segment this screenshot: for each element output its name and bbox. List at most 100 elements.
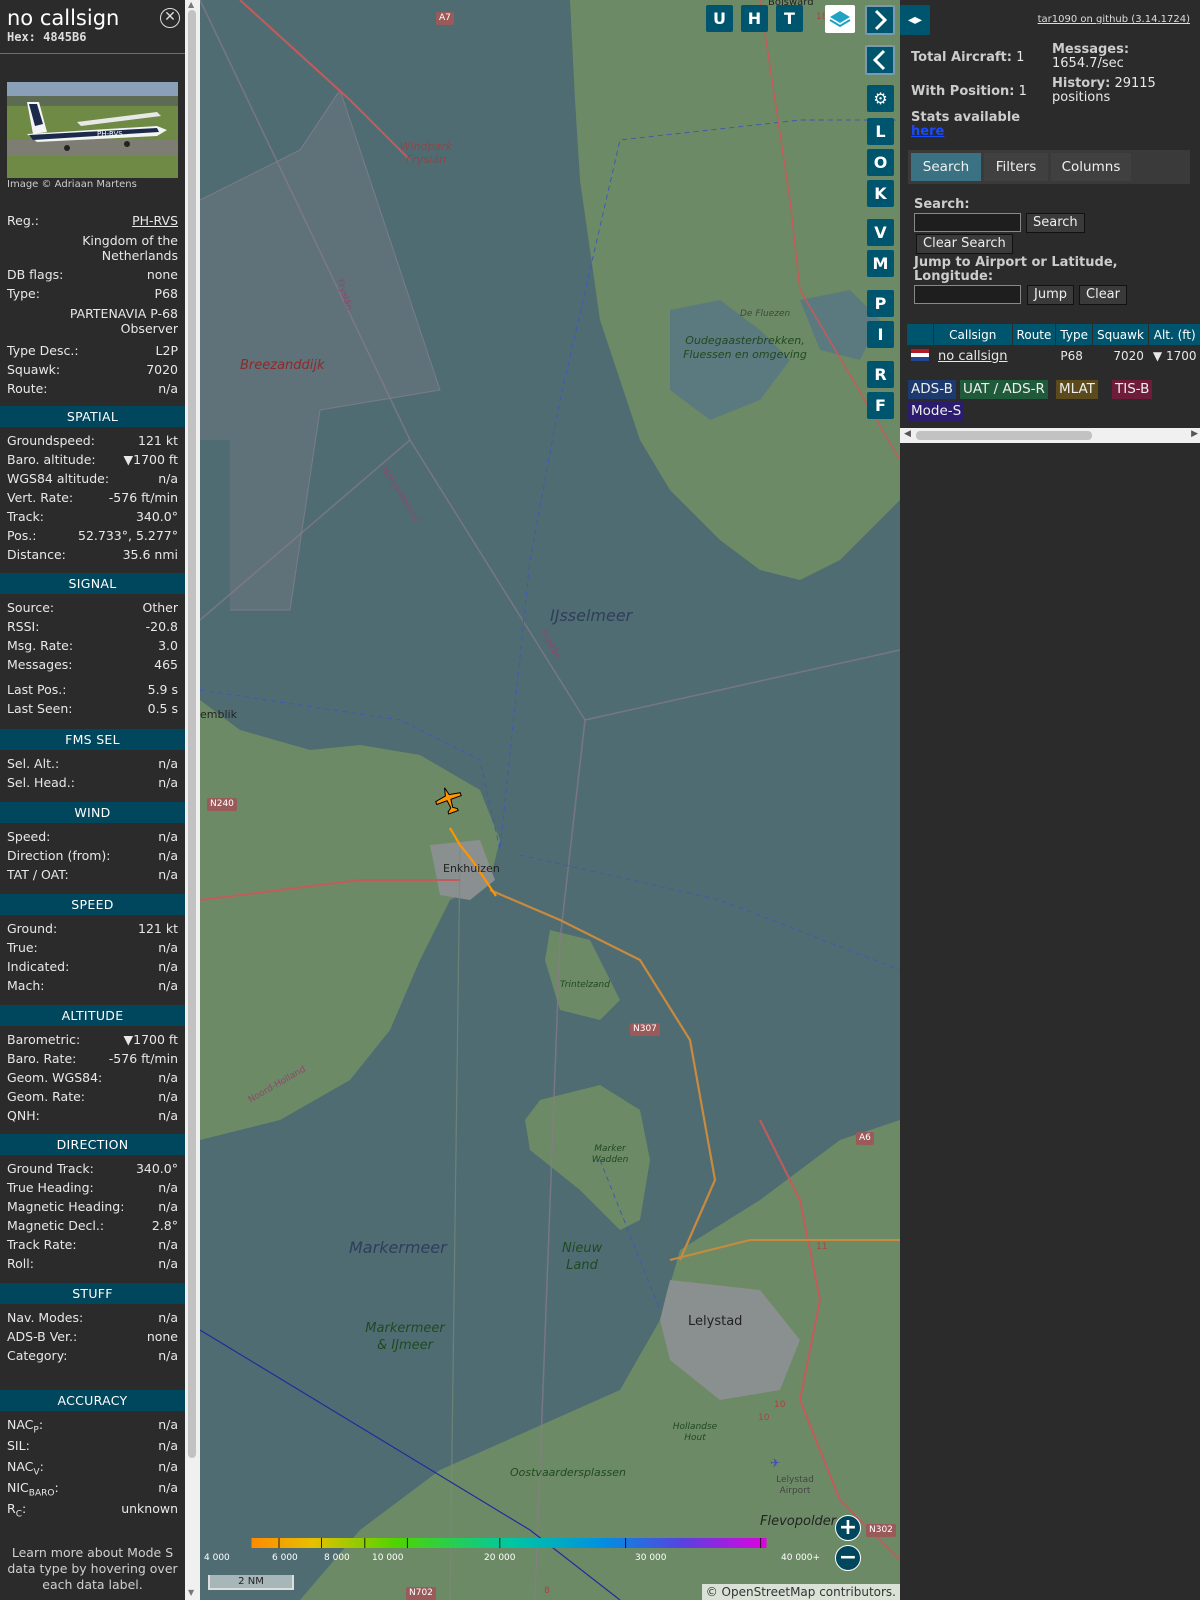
accuracy-label[interactable]: NACV: [7,1459,44,1481]
accuracy-label[interactable]: NICBARO: [7,1480,59,1502]
spatial-label[interactable]: Vert. Rate: [7,490,73,506]
stuff-label[interactable]: ADS-B Ver.: [7,1329,77,1345]
altitude-label[interactable]: QNH: [7,1108,40,1124]
col-route[interactable]: Route [1012,324,1056,345]
speed-label[interactable]: Ground: [7,921,57,937]
direction-label[interactable]: Roll: [7,1256,34,1272]
speed-label[interactable]: True: [7,940,38,956]
direction-label[interactable]: Magnetic Heading: [7,1199,124,1215]
clear-jump-button[interactable]: Clear [1079,285,1127,305]
aircraft-marker[interactable] [434,785,464,815]
table-scrollbar-thumb[interactable] [916,431,1092,440]
close-icon[interactable]: ✕ [160,8,180,28]
chevron-left-icon[interactable] [865,45,895,75]
direction-label[interactable]: Magnetic Decl.: [7,1218,104,1234]
col-flag[interactable] [907,324,933,345]
spatial-label[interactable]: WGS84 altitude: [7,471,109,487]
clear-search-button[interactable]: Clear Search [916,234,1013,254]
speed-label[interactable]: Mach: [7,978,44,994]
col-altitude[interactable]: Alt. (ft) [1148,324,1200,345]
source-badge[interactable]: ADS-B [908,380,956,399]
altitude-label[interactable]: Baro. Rate: [7,1051,76,1067]
altitude-label[interactable]: Geom. Rate: [7,1089,85,1105]
signal-label[interactable]: Last Pos.: [7,682,66,698]
toggle-h-button[interactable]: H [741,5,768,32]
chevron-right-icon[interactable] [865,5,895,35]
github-link[interactable]: tar1090 on github (3.14.1724) [1038,14,1190,25]
accuracy-label[interactable]: NACP: [7,1417,43,1439]
toggle-t-button[interactable]: T [776,5,803,32]
accuracy-label[interactable]: RC: [7,1501,26,1523]
speed-label[interactable]: Indicated: [7,959,69,975]
row-callsign[interactable]: no callsign [934,346,1012,366]
scroll-up-icon[interactable]: ▲ [188,0,194,9]
signal-label[interactable]: Source: [7,600,54,616]
layers-icon[interactable] [825,5,855,33]
tab-columns[interactable]: Columns [1051,153,1131,181]
toggle-i-button[interactable]: I [867,321,894,348]
scroll-left-icon[interactable]: ◀ [904,429,911,439]
wind-label[interactable]: TAT / OAT: [7,867,69,883]
toggle-u-button[interactable]: U [706,5,733,32]
map-attribution[interactable]: © OpenStreetMap contributors. [701,1584,900,1600]
spatial-label[interactable]: Pos.: [7,528,36,544]
toggle-p-button[interactable]: P [867,290,894,317]
toggle-r-button[interactable]: R [867,361,894,388]
source-badge[interactable]: MLAT [1056,380,1098,399]
wind-label[interactable]: Speed: [7,829,50,845]
tab-search[interactable]: Search [911,153,981,181]
jump-input[interactable] [914,285,1021,304]
spatial-label[interactable]: Baro. altitude: [7,452,96,468]
search-button[interactable]: Search [1026,213,1085,233]
zoom-in-button[interactable]: + [835,1515,861,1541]
stats-link[interactable]: here [911,124,944,139]
signal-label[interactable]: Messages: [7,657,73,673]
spatial-row: Distance: 35.6 nmi [7,547,178,564]
search-input[interactable] [914,213,1021,232]
altitude-label[interactable]: Geom. WGS84: [7,1070,102,1086]
spatial-label[interactable]: Track: [7,509,44,525]
spatial-label[interactable]: Distance: [7,547,66,563]
toggle-k-button[interactable]: K [867,180,894,207]
signal-label[interactable]: RSSI: [7,619,39,635]
accuracy-label[interactable]: SIL: [7,1438,30,1454]
fms-label[interactable]: Sel. Head.: [7,775,75,791]
wind-label[interactable]: Direction (from): [7,848,111,864]
info-scrollbar[interactable]: ▲ ▼ [185,0,200,1600]
fms-label[interactable]: Sel. Alt.: [7,756,59,772]
stuff-label[interactable]: Nav. Modes: [7,1310,83,1326]
map-view[interactable]: Windpark Fryslân Breezanddijk Fryslân No… [200,0,900,1600]
direction-label[interactable]: Ground Track: [7,1161,94,1177]
altitude-label[interactable]: Barometric: [7,1032,80,1048]
zoom-out-button[interactable]: − [835,1545,861,1571]
source-badge[interactable]: UAT / ADS-R [960,380,1048,399]
direction-label[interactable]: Track Rate: [7,1237,77,1253]
toggle-f-button[interactable]: F [867,392,894,419]
direction-label[interactable]: True Heading: [7,1180,94,1196]
table-row[interactable]: no callsign P68 7020 ▼ 1700 [907,346,1200,366]
source-badge[interactable]: TIS-B [1112,380,1153,399]
col-squawk[interactable]: Squawk [1092,324,1148,345]
toggle-m-button[interactable]: M [867,250,894,277]
reg-link[interactable]: PH-RVS [132,213,178,229]
expand-collapse-icon[interactable]: ◂▸ [900,5,930,35]
settings-button[interactable]: ⚙ [867,85,894,112]
accuracy-value: unknown [121,1501,178,1516]
toggle-l-button[interactable]: L [867,118,894,145]
tab-filters[interactable]: Filters [984,153,1048,181]
toggle-o-button[interactable]: O [867,149,894,176]
source-badge[interactable]: Mode-S [908,402,965,421]
signal-label[interactable]: Msg. Rate: [7,638,73,654]
scroll-right-icon[interactable]: ▶ [1191,429,1198,439]
info-scrollbar-thumb[interactable] [188,10,196,1458]
col-type[interactable]: Type [1056,324,1092,345]
scroll-down-icon[interactable]: ▼ [188,1588,194,1597]
aircraft-photo[interactable]: PH-RVS [7,82,178,178]
spatial-label[interactable]: Groundspeed: [7,433,95,449]
stuff-label[interactable]: Category: [7,1348,67,1364]
toggle-v-button[interactable]: V [867,219,894,246]
table-horizontal-scrollbar[interactable]: ◀ ▶ [900,428,1200,443]
col-callsign[interactable]: Callsign [934,324,1012,345]
signal-label[interactable]: Last Seen: [7,701,72,717]
jump-button[interactable]: Jump [1027,285,1074,305]
